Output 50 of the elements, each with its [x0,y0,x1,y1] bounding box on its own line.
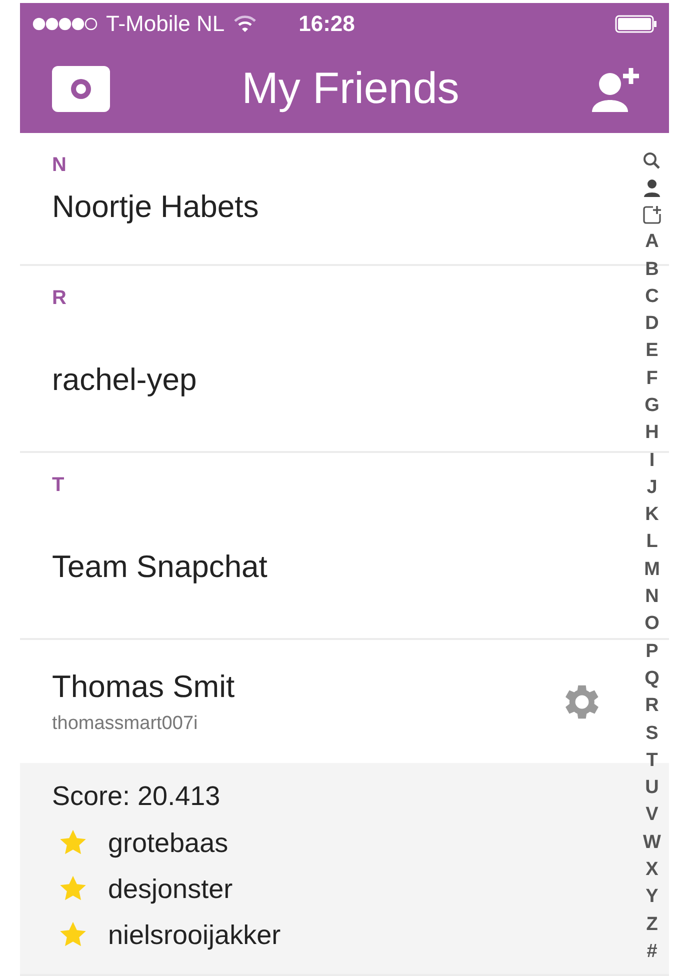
best-friend-name: nielsrooijakker [108,920,281,950]
index-letter[interactable]: K [645,502,659,529]
battery-icon [615,15,657,33]
friend-name[interactable]: Thomas Smit [52,668,559,704]
index-letter[interactable]: A [645,228,659,256]
wifi-icon [232,15,257,33]
index-letter[interactable]: O [644,610,660,638]
index-letter[interactable]: S [646,720,658,748]
index-letter[interactable]: B [645,256,659,284]
best-friend-name: desjonster [108,874,233,904]
index-letter[interactable]: G [644,392,660,420]
section-letter: T [52,475,64,495]
index-letter[interactable]: X [646,856,658,884]
add-friend-icon[interactable] [591,66,641,112]
screen-title: My Friends [242,64,460,114]
index-letter[interactable]: D [645,310,659,338]
index-letter[interactable]: # [646,938,658,966]
index-letter[interactable]: F [646,365,658,392]
index-letter[interactable]: T [646,747,658,774]
friend-name[interactable]: Team Snapchat [52,548,605,584]
camera-icon[interactable] [52,66,110,112]
index-letter[interactable]: U [645,774,659,802]
index-letter[interactable]: I [649,446,655,474]
index-letter[interactable]: R [645,692,659,720]
index-letter[interactable]: N [645,583,659,611]
best-friend-name: grotebaas [108,828,228,858]
index-letter[interactable]: E [646,338,658,366]
index-letter[interactable]: V [646,802,658,830]
carrier-name: T-Mobile NL [106,11,225,37]
index-letter[interactable]: Z [646,910,658,938]
index-letter[interactable]: W [643,829,661,856]
section-letter: R [52,288,66,308]
add-friend-icon[interactable] [642,204,662,225]
index-letter[interactable]: H [645,420,659,447]
friend-name[interactable]: Noortje Habets [52,189,605,225]
search-icon[interactable] [642,150,662,171]
index-letter[interactable]: Q [644,665,660,693]
score-label: Score: 20.413 [52,781,222,812]
clock-time: 16:28 [298,11,355,37]
section-letter: N [52,155,66,175]
index-letter[interactable]: M [644,556,660,584]
signal-icon [32,17,98,31]
index-letter[interactable]: L [646,528,658,556]
index-letter[interactable]: P [646,638,658,666]
friend-username: thomassmart007i [52,712,199,734]
friend-name[interactable]: rachel-yep [52,362,605,398]
index-letter[interactable]: J [646,474,658,502]
person-icon[interactable] [642,178,662,198]
index-letter[interactable]: Y [646,884,658,911]
index-letter[interactable]: C [645,283,659,310]
